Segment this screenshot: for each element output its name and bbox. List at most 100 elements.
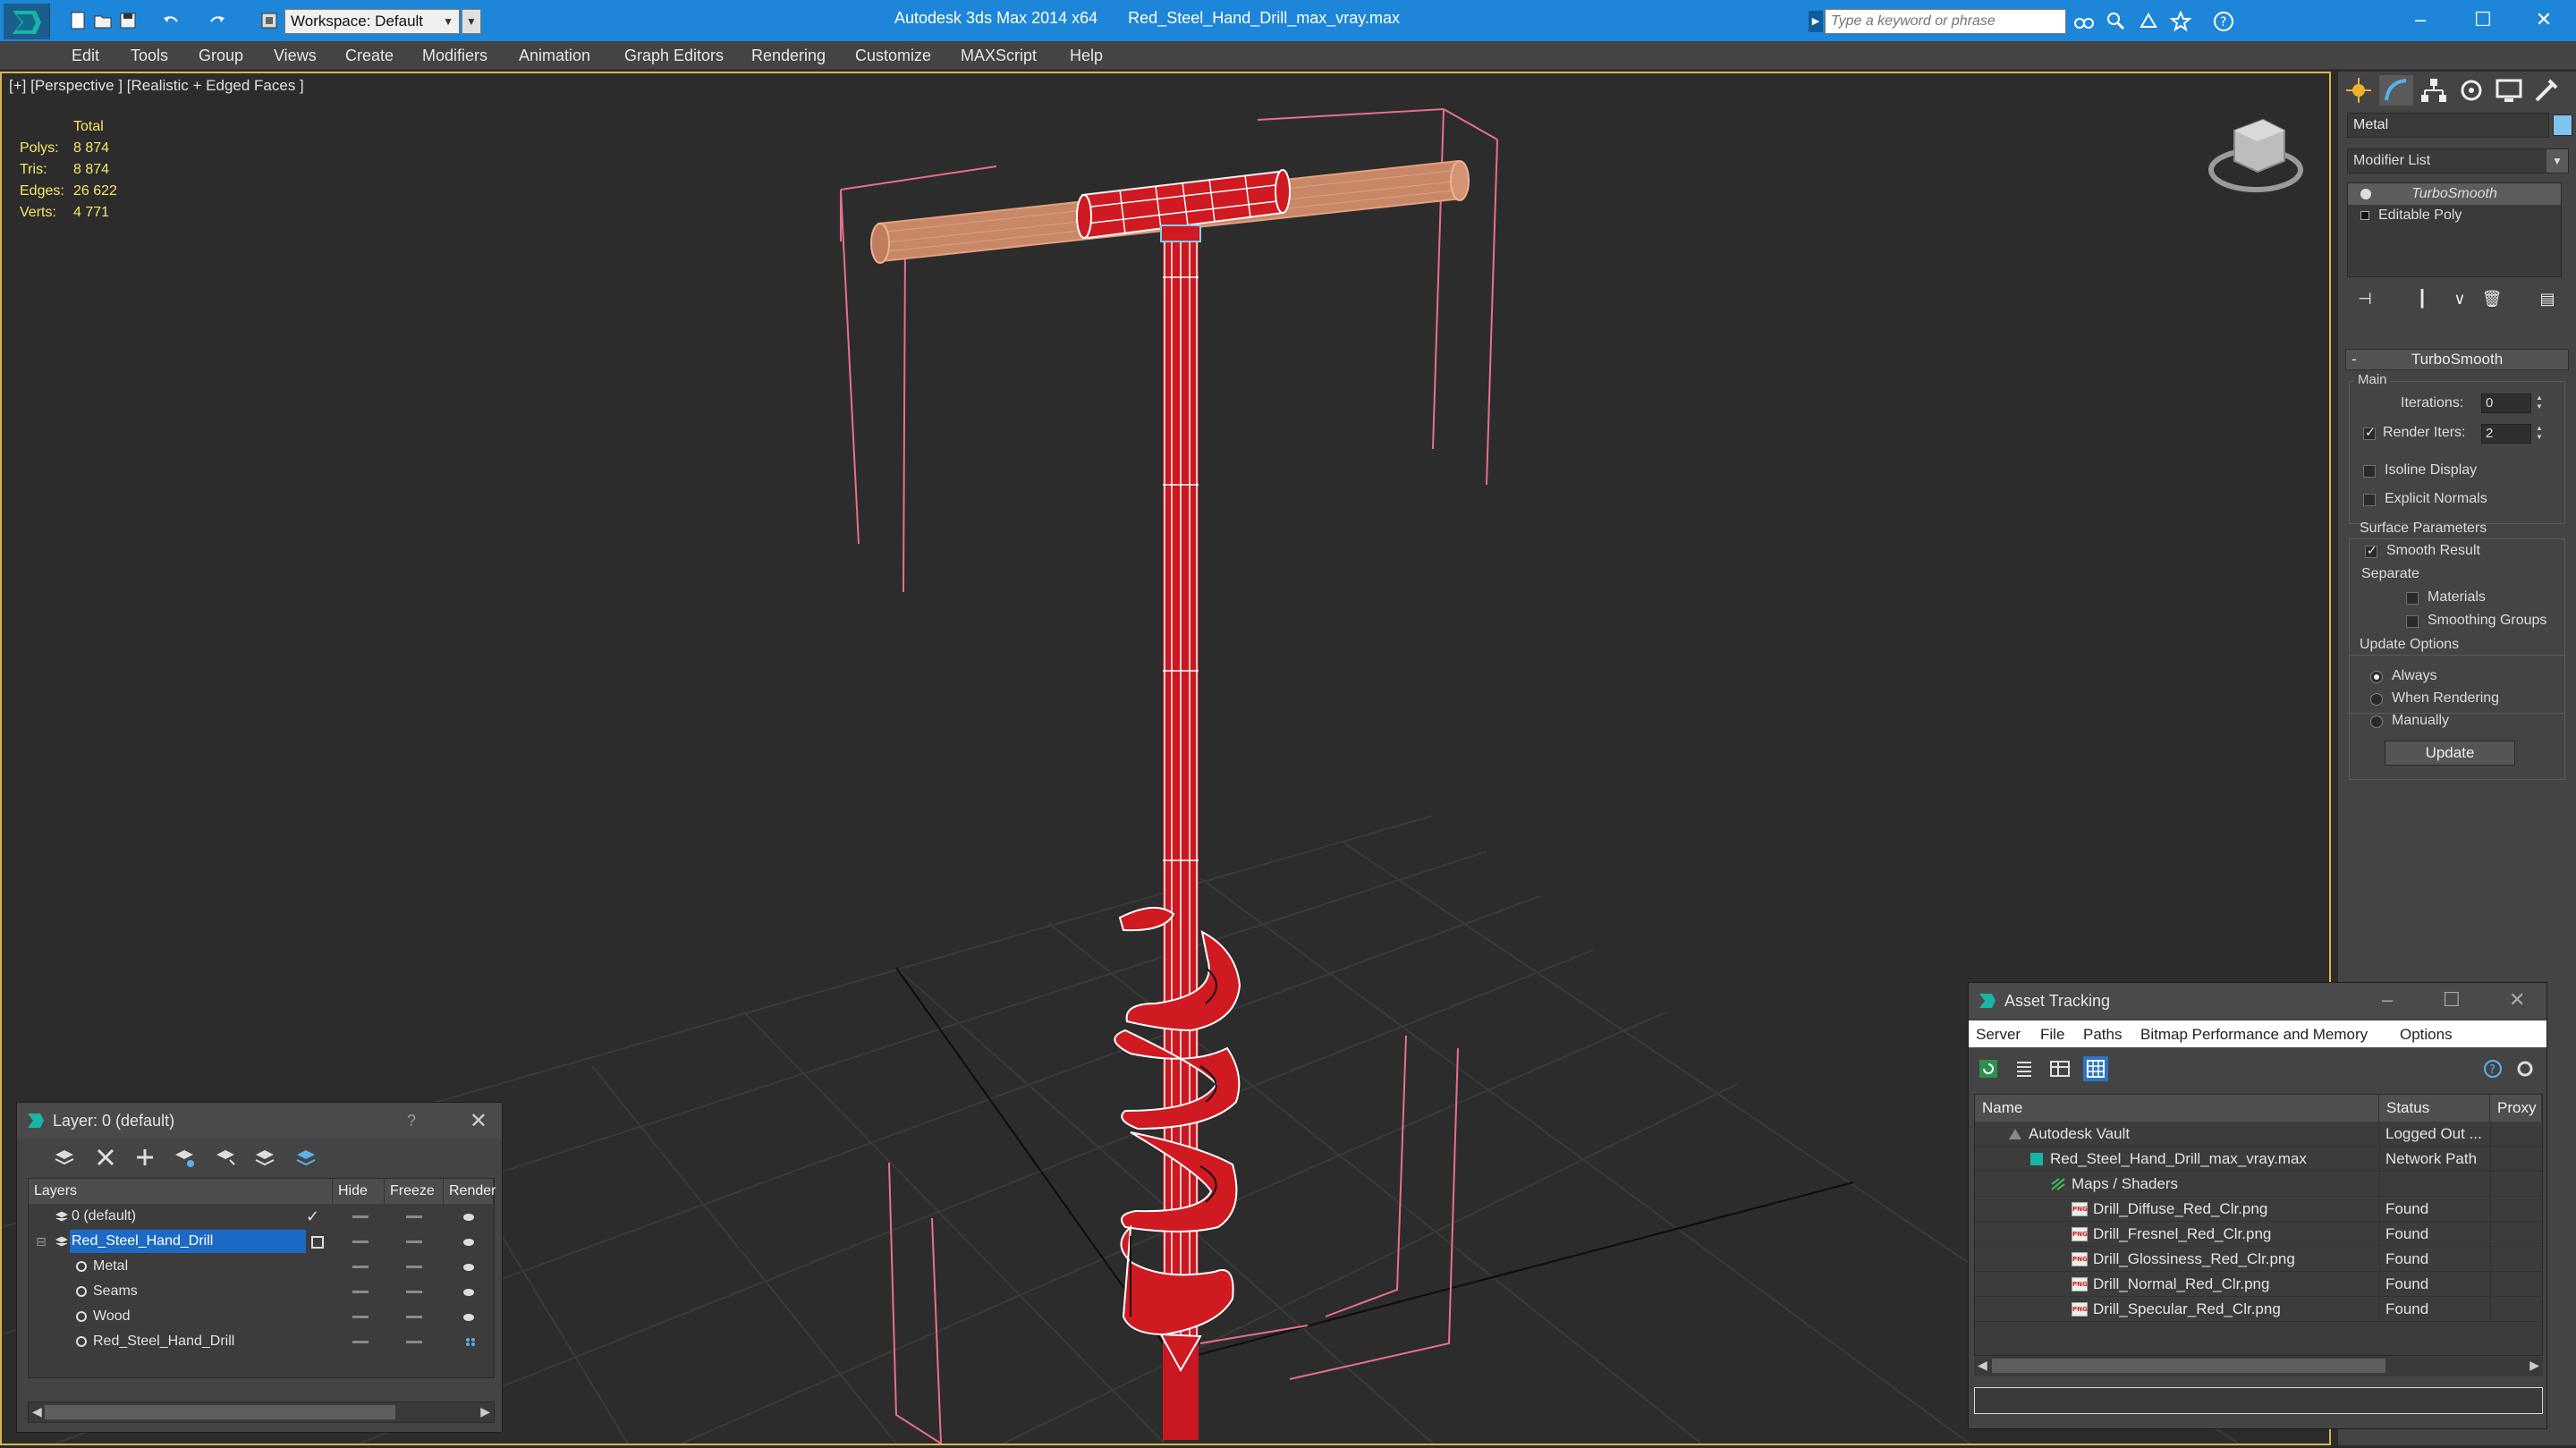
modifier-list-dropdown[interactable]: Modifier List ▼ bbox=[2347, 148, 2569, 174]
grid-view-icon[interactable] bbox=[2083, 1056, 2108, 1081]
menu-rendering[interactable]: Rendering bbox=[751, 47, 826, 65]
modify-tab-icon[interactable] bbox=[2379, 75, 2413, 106]
isoline-display-checkbox[interactable] bbox=[2363, 465, 2376, 478]
column-header-hide[interactable]: Hide bbox=[333, 1179, 385, 1204]
create-tab-icon[interactable] bbox=[2342, 75, 2376, 106]
spinner-arrows-icon[interactable]: ▲ ▼ bbox=[2533, 394, 2546, 413]
render-teapot-icon[interactable] bbox=[462, 1286, 476, 1297]
communication-center-icon[interactable] bbox=[2138, 11, 2159, 32]
asset-row[interactable]: Maps / Shaders bbox=[1975, 1172, 2542, 1197]
viewport-label[interactable]: [+] [Perspective ] [Realistic + Edged Fa… bbox=[9, 77, 304, 95]
redo-icon[interactable] bbox=[208, 11, 227, 30]
smooth-result-checkbox[interactable] bbox=[2365, 543, 2377, 558]
menu-group[interactable]: Group bbox=[199, 47, 243, 65]
iterations-spinner[interactable]: 0 bbox=[2481, 394, 2531, 413]
hide-toggle[interactable] bbox=[352, 1241, 369, 1243]
menu-server[interactable]: Server bbox=[1976, 1026, 2021, 1044]
layer-row[interactable]: Red_Steel_Hand_Drill bbox=[29, 1329, 494, 1354]
settings-icon[interactable] bbox=[2512, 1056, 2538, 1081]
expand-box-icon[interactable] bbox=[2360, 211, 2369, 220]
list-view-icon[interactable] bbox=[2012, 1056, 2037, 1081]
scroll-left-icon[interactable]: ◀ bbox=[1978, 1358, 1987, 1373]
smoothing-groups-checkbox[interactable] bbox=[2406, 615, 2419, 628]
render-teapot-icon[interactable] bbox=[462, 1236, 476, 1247]
open-file-icon[interactable] bbox=[93, 11, 113, 30]
menu-customize[interactable]: Customize bbox=[855, 47, 931, 65]
display-tab-icon[interactable] bbox=[2492, 75, 2526, 106]
asset-horizontal-scrollbar[interactable]: ◀ ▶ bbox=[1974, 1355, 2543, 1376]
minimize-button[interactable]: – bbox=[2394, 5, 2447, 34]
menu-tools[interactable]: Tools bbox=[131, 47, 168, 65]
refresh-icon[interactable] bbox=[1976, 1056, 2001, 1081]
layer-stack-icon[interactable] bbox=[53, 1146, 76, 1169]
active-layer-box-icon[interactable] bbox=[311, 1236, 324, 1249]
table-view-icon[interactable] bbox=[2047, 1056, 2072, 1081]
hide-toggle[interactable] bbox=[352, 1215, 369, 1218]
stack-item-editable-poly[interactable]: Editable Poly bbox=[2348, 205, 2561, 226]
menu-modifiers[interactable]: Modifiers bbox=[422, 47, 487, 65]
freeze-toggle[interactable] bbox=[406, 1341, 422, 1343]
materials-checkbox[interactable] bbox=[2406, 592, 2419, 605]
update-button[interactable]: Update bbox=[2385, 741, 2515, 766]
hide-toggle[interactable] bbox=[352, 1291, 369, 1293]
freeze-toggle[interactable] bbox=[406, 1316, 422, 1318]
menu-views[interactable]: Views bbox=[274, 47, 317, 65]
asset-row[interactable]: Red_Steel_Hand_Drill_max_vray.max Networ… bbox=[1975, 1147, 2542, 1172]
asset-row[interactable]: Autodesk Vault Logged Out ... bbox=[1975, 1122, 2542, 1147]
when-rendering-radio[interactable] bbox=[2370, 693, 2383, 706]
freeze-toggle[interactable] bbox=[406, 1215, 422, 1218]
select-layer-icon[interactable] bbox=[173, 1146, 196, 1169]
configure-modifier-sets-icon[interactable]: ▤ bbox=[2535, 286, 2560, 311]
menu-options[interactable]: Options bbox=[2400, 1026, 2453, 1044]
workspace-select[interactable]: Workspace: Default ▼ bbox=[284, 9, 460, 34]
layer-row[interactable]: 0 (default) ✓ bbox=[29, 1204, 494, 1229]
delete-layer-icon[interactable] bbox=[94, 1146, 117, 1169]
layer-row[interactable]: Seams bbox=[29, 1279, 494, 1304]
freeze-toggle[interactable] bbox=[406, 1266, 422, 1268]
render-dots-icon[interactable] bbox=[463, 1336, 478, 1347]
search-input[interactable] bbox=[1825, 9, 2066, 34]
active-layer-check-icon[interactable]: ✓ bbox=[306, 1204, 319, 1229]
asset-row[interactable]: PNG Drill_Specular_Red_Clr.png Found bbox=[1975, 1297, 2542, 1322]
freeze-all-layers-icon[interactable] bbox=[294, 1146, 318, 1169]
save-file-icon[interactable] bbox=[118, 11, 138, 30]
render-teapot-icon[interactable] bbox=[462, 1311, 476, 1322]
close-icon[interactable]: ✕ bbox=[470, 1108, 487, 1134]
pin-stack-icon[interactable]: ⊣ bbox=[2352, 286, 2377, 311]
quick-access-dropdown[interactable]: ▼ bbox=[462, 9, 481, 34]
scroll-right-icon[interactable]: ▶ bbox=[2529, 1358, 2539, 1373]
maximize-button[interactable]: ☐ bbox=[2456, 5, 2510, 34]
freeze-toggle[interactable] bbox=[406, 1291, 422, 1293]
layer-dialog-titlebar[interactable]: Layer: 0 (default) ? ✕ bbox=[17, 1103, 502, 1139]
make-unique-icon[interactable]: ∨ bbox=[2447, 286, 2472, 311]
menu-maxscript[interactable]: MAXScript bbox=[961, 47, 1037, 65]
object-name-field[interactable] bbox=[2347, 113, 2549, 138]
utilities-tab-icon[interactable] bbox=[2529, 75, 2563, 106]
menu-file[interactable]: File bbox=[2040, 1026, 2064, 1044]
layer-horizontal-scrollbar[interactable]: ◀ ▶ bbox=[28, 1401, 495, 1423]
remove-modifier-icon[interactable]: 🗑 bbox=[2479, 286, 2504, 311]
spinner-arrows-icon[interactable]: ▲ ▼ bbox=[2533, 424, 2546, 444]
layer-row[interactable]: Metal bbox=[29, 1254, 494, 1279]
favorites-star-icon[interactable] bbox=[2170, 11, 2191, 32]
binoculars-icon[interactable] bbox=[2073, 11, 2095, 32]
asset-dialog-titlebar[interactable]: Asset Tracking – ☐ ✕ bbox=[1969, 983, 2546, 1019]
layer-row[interactable]: ⊟ Red_Steel_Hand_Drill bbox=[29, 1229, 494, 1254]
scroll-right-icon[interactable]: ▶ bbox=[480, 1404, 490, 1419]
subscription-icon[interactable] bbox=[2106, 11, 2127, 32]
explicit-normals-checkbox[interactable] bbox=[2363, 494, 2376, 506]
viewcube[interactable] bbox=[2208, 118, 2303, 192]
close-button[interactable]: ✕ bbox=[2517, 5, 2571, 34]
motion-tab-icon[interactable] bbox=[2454, 75, 2488, 106]
hide-toggle[interactable] bbox=[352, 1341, 369, 1343]
object-color-swatch[interactable] bbox=[2553, 114, 2572, 136]
render-teapot-icon[interactable] bbox=[462, 1211, 476, 1222]
asset-row[interactable]: PNG Drill_Normal_Red_Clr.png Found bbox=[1975, 1272, 2542, 1297]
column-header-render[interactable]: Render bbox=[444, 1179, 496, 1204]
help-icon[interactable]: ? bbox=[407, 1112, 416, 1130]
column-header-freeze[interactable]: Freeze bbox=[385, 1179, 444, 1204]
freeze-toggle[interactable] bbox=[406, 1241, 422, 1243]
manually-radio[interactable] bbox=[2370, 716, 2383, 728]
close-icon[interactable]: ✕ bbox=[2509, 988, 2525, 1012]
scrollbar-thumb[interactable] bbox=[45, 1405, 395, 1419]
